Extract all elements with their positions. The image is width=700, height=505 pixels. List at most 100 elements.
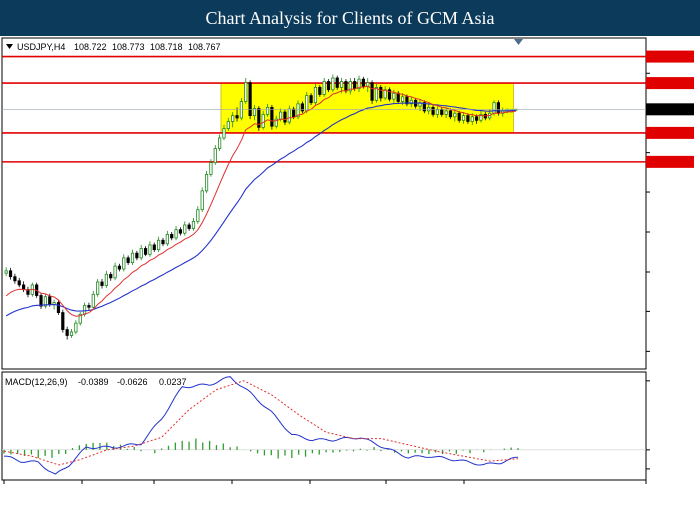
candle-body bbox=[100, 281, 104, 286]
candle-body bbox=[200, 190, 204, 211]
candle-body bbox=[261, 114, 265, 128]
candle-body bbox=[339, 81, 344, 88]
candle-body bbox=[248, 82, 252, 117]
candle-body bbox=[183, 224, 187, 234]
symbol-label: USDJPY,H4 bbox=[17, 42, 65, 52]
level-label-bg bbox=[646, 77, 694, 90]
candle-body bbox=[322, 81, 326, 95]
candle-body bbox=[244, 82, 248, 102]
candle-body bbox=[174, 229, 178, 239]
candle-body bbox=[143, 248, 148, 255]
candle-body bbox=[448, 110, 453, 118]
macd-hist-value: 0.0237 bbox=[159, 377, 187, 387]
candle-body bbox=[292, 108, 296, 118]
candle-body bbox=[56, 302, 61, 313]
candle-body bbox=[466, 115, 470, 122]
candle-body bbox=[270, 106, 274, 127]
current-price-label-bg bbox=[646, 103, 694, 116]
candle-body bbox=[331, 77, 335, 91]
candle-body bbox=[392, 92, 396, 100]
candle-body bbox=[48, 296, 52, 305]
candle-body bbox=[191, 221, 196, 229]
level-label-bg bbox=[646, 126, 694, 139]
level-label-bg bbox=[646, 50, 694, 63]
candle-body bbox=[440, 109, 444, 115]
ohlc-low: 108.718 bbox=[150, 42, 183, 52]
macd-value: -0.0389 bbox=[78, 377, 109, 387]
candle-body bbox=[305, 95, 309, 112]
candle-body bbox=[161, 239, 165, 245]
candle-body bbox=[457, 112, 461, 121]
candle-body bbox=[492, 102, 496, 114]
candle-body bbox=[61, 312, 65, 331]
candle-body bbox=[13, 276, 17, 282]
candle-body bbox=[196, 209, 200, 222]
candle-body bbox=[204, 173, 209, 192]
candle-body bbox=[178, 229, 183, 234]
candle-body bbox=[335, 77, 339, 88]
candle-body bbox=[4, 270, 8, 274]
macd-panel-frame bbox=[1, 371, 647, 481]
candle-body bbox=[39, 295, 43, 307]
macd-label: MACD(12,26,9) bbox=[5, 377, 68, 387]
candle-body bbox=[91, 293, 95, 308]
candle-body bbox=[126, 257, 130, 263]
chart-svg: USDJPY,H4 108.722 108.773 108.718 108.76… bbox=[1, 37, 694, 484]
candle-body bbox=[213, 148, 217, 164]
candle-body bbox=[300, 103, 304, 112]
ohlc-close: 108.767 bbox=[188, 42, 221, 52]
candle-body bbox=[318, 86, 322, 95]
candle-body bbox=[209, 162, 213, 175]
candle-body bbox=[157, 239, 161, 251]
macd-signal-value: -0.0626 bbox=[117, 377, 148, 387]
candle-body bbox=[109, 273, 113, 279]
candle-body bbox=[235, 115, 239, 119]
candle-body bbox=[461, 115, 466, 121]
candle-body bbox=[117, 265, 122, 270]
candle-body bbox=[113, 265, 117, 279]
candle-body bbox=[74, 322, 78, 333]
candle-body bbox=[187, 224, 191, 229]
candle-body bbox=[82, 305, 87, 315]
candle-body bbox=[96, 281, 100, 295]
candle-body bbox=[431, 106, 435, 115]
candle-body bbox=[379, 86, 383, 99]
candle-body bbox=[435, 109, 440, 115]
moving-average-slow-line bbox=[5, 102, 516, 317]
chart-title-banner: Chart Analysis for Clients of GCM Asia bbox=[0, 0, 700, 36]
candle-body bbox=[344, 81, 348, 92]
macd-line bbox=[3, 376, 519, 475]
candle-body bbox=[496, 102, 500, 114]
candle-body bbox=[69, 331, 74, 336]
candle-body bbox=[326, 81, 331, 91]
candle-body bbox=[226, 121, 230, 129]
candle-body bbox=[309, 95, 313, 104]
candle-body bbox=[65, 329, 69, 336]
chart-area: USDJPY,H4 108.722 108.773 108.718 108.76… bbox=[0, 36, 700, 500]
candle-body bbox=[313, 86, 318, 104]
candle-body bbox=[279, 111, 283, 120]
candle-body bbox=[87, 305, 91, 308]
candle-body bbox=[8, 270, 13, 278]
candle-body bbox=[265, 106, 270, 115]
candle-body bbox=[148, 244, 152, 255]
shift-marker-icon[interactable] bbox=[514, 39, 523, 45]
candle-body bbox=[283, 111, 287, 123]
candle-body bbox=[361, 78, 365, 87]
candle-body bbox=[231, 115, 235, 122]
candle-body bbox=[366, 82, 370, 87]
candle-body bbox=[475, 116, 479, 121]
candle-body bbox=[165, 233, 169, 245]
candle-body bbox=[353, 81, 357, 89]
candle-body bbox=[222, 128, 226, 139]
ohlc-high: 108.773 bbox=[112, 42, 145, 52]
collapse-triangle-icon[interactable] bbox=[6, 44, 13, 49]
candle-body bbox=[470, 116, 474, 122]
candle-body bbox=[135, 252, 139, 259]
candle-body bbox=[400, 96, 405, 102]
candle-body bbox=[287, 108, 291, 123]
candle-body bbox=[239, 101, 243, 119]
level-label-bg bbox=[646, 155, 694, 168]
candle-body bbox=[104, 273, 108, 286]
candle-body bbox=[139, 248, 143, 259]
